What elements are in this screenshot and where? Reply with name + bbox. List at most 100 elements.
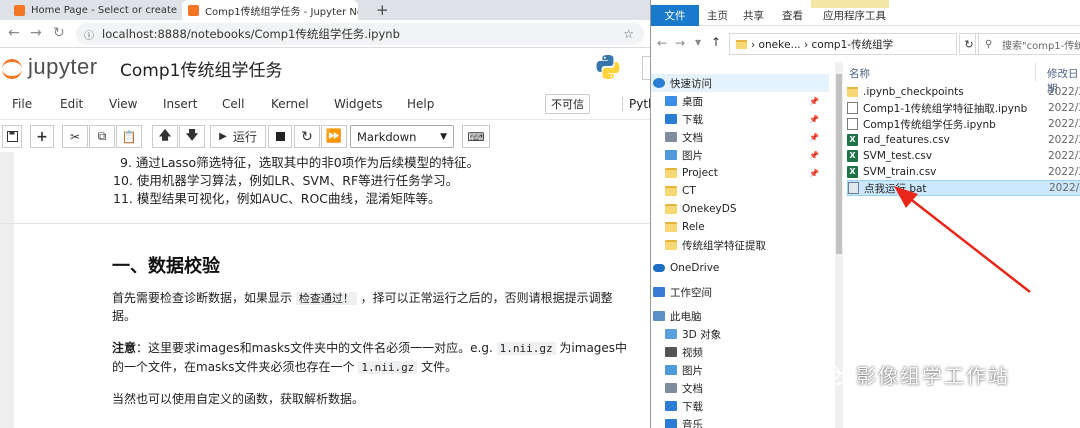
nav-item[interactable]: 下载 📌 — [651, 110, 829, 128]
nav-item[interactable]: 视频 — [651, 343, 829, 361]
menu-help[interactable]: Help — [407, 97, 434, 111]
nav-item[interactable]: Project 📌 — [651, 164, 829, 182]
nav-item[interactable]: 文档 📌 — [651, 128, 829, 146]
jupyter-logo[interactable]: jupyter — [2, 54, 98, 80]
restart-icon[interactable]: ↻ — [294, 125, 320, 148]
nav-item[interactable]: 传统组学特征提取 — [651, 236, 829, 254]
file-name: SVM_train.csv — [863, 166, 937, 178]
paragraph-note-cont: 的一个文件，在masks文件夹必须也存在一个 1.nii.gz 文件。 — [112, 358, 457, 375]
notebook-toolbar: + ✂ ⧉ 📋 🡅 🡇 ▶ 运行 ↻ ⏩ Markdown ▼ ⌨ — [0, 122, 650, 152]
pin-icon[interactable]: 📌 — [809, 133, 819, 142]
inline-code: 1.nii.gz — [496, 342, 556, 355]
file-row[interactable]: X SVM_train.csv 2022/3/ — [847, 164, 1080, 180]
back-arrow-icon[interactable]: ← — [657, 36, 667, 50]
menu-edit[interactable]: Edit — [60, 97, 83, 111]
info-icon[interactable]: ⓘ — [84, 27, 94, 42]
nav-item[interactable]: 下载 — [651, 397, 829, 415]
ribbon-tab-file[interactable]: 文件 — [651, 5, 699, 26]
nav-item[interactable]: 图片 — [651, 361, 829, 379]
menu-widgets[interactable]: Widgets — [334, 97, 383, 111]
cell-type-select[interactable]: Markdown ▼ — [350, 125, 454, 148]
trusted-indicator[interactable]: 不可信 — [545, 94, 590, 114]
search-icon: ⚲ — [985, 38, 993, 50]
paste-icon[interactable]: 📋 — [116, 125, 142, 148]
menu-insert[interactable]: Insert — [163, 97, 197, 111]
back-arrow-icon[interactable]: ← — [8, 25, 20, 41]
run-button[interactable]: ▶ 运行 — [210, 125, 266, 148]
pin-icon[interactable]: 📌 — [809, 97, 819, 106]
command-palette-keyboard-icon[interactable]: ⌨ — [462, 125, 490, 148]
contextual-tab-highlight — [811, 0, 889, 8]
insert-cell-plus-icon[interactable]: + — [30, 125, 54, 148]
tab-notebook[interactable]: Comp1传统组学任务 - Jupyter Note ✕ — [182, 0, 358, 20]
forward-arrow-icon[interactable]: → — [675, 36, 685, 50]
nav-item[interactable]: Rele — [651, 218, 829, 236]
nav-item-label: 桌面 — [682, 95, 703, 108]
pin-icon[interactable]: 📌 — [809, 151, 819, 160]
bookmark-star-icon[interactable]: ☆ — [623, 27, 634, 41]
ribbon-tab-app-tools[interactable]: 应用程序工具 — [823, 8, 886, 23]
file-row[interactable]: Xrad_features.csv 2022/3/ — [847, 132, 1080, 148]
menu-view[interactable]: View — [109, 97, 137, 111]
file-name: SVM_test.csv — [863, 150, 933, 162]
scrollbar-thumb[interactable] — [836, 74, 842, 254]
file-row[interactable]: Comp1传统组学任务.ipynb 2022/3/ — [847, 116, 1080, 132]
file-row[interactable]: X SVM_test.csv 2022/3/ — [847, 148, 1080, 164]
pin-icon[interactable]: 📌 — [809, 169, 819, 178]
nav-item[interactable]: 桌面 📌 — [651, 92, 829, 110]
chevron-down-icon[interactable]: ▼ — [695, 38, 701, 47]
menu-cell[interactable]: Cell — [222, 97, 244, 111]
nav-item[interactable]: OneDrive — [651, 259, 829, 277]
tab-home-page[interactable]: Home Page - Select or create a ✕ — [8, 0, 180, 20]
run-label: 运行 — [232, 130, 257, 144]
save-icon[interactable] — [2, 125, 22, 148]
up-arrow-icon[interactable]: ↑ — [711, 35, 721, 49]
nav-item[interactable]: 此电脑 — [651, 307, 829, 325]
menu-file[interactable]: File — [12, 97, 32, 111]
new-tab-button[interactable]: + — [370, 0, 395, 20]
nav-item-label: 快速访问 — [670, 77, 712, 90]
stop-icon[interactable] — [268, 125, 292, 148]
explorer-path-bar[interactable]: › onekе... › comp1-传统组学 — [729, 33, 957, 55]
list-item: 10. 使用机器学习算法，例如LR、SVM、RF等进行任务学习。 — [113, 173, 459, 188]
3d-objects-icon — [665, 329, 677, 339]
cut-scissors-icon[interactable]: ✂ — [62, 125, 88, 148]
reload-icon[interactable]: ↻ — [53, 25, 65, 41]
list-item: 11. 模型结果可视化，例如AUC、ROC曲线，混淆矩阵等。 — [113, 191, 441, 206]
menu-kernel[interactable]: Kernel — [271, 97, 309, 111]
wechat-icon — [820, 364, 846, 385]
move-up-arrow-icon[interactable]: 🡅 — [152, 125, 178, 148]
pin-icon[interactable]: 📌 — [809, 115, 819, 124]
notebook-title[interactable]: Comp1传统组学任务 — [120, 56, 282, 81]
column-header-name[interactable]: 名称 — [849, 66, 870, 81]
chevron-down-icon: ▼ — [440, 131, 447, 142]
nav-item[interactable]: 音乐 — [651, 415, 829, 428]
nav-item-label: OneDrive — [670, 262, 720, 274]
ribbon-tab-share[interactable]: 共享 — [743, 8, 764, 23]
move-down-arrow-icon[interactable]: 🡇 — [179, 125, 205, 148]
star-icon — [653, 78, 665, 88]
ribbon-tab-view[interactable]: 查看 — [782, 8, 803, 23]
file-row[interactable]: .ipynb_checkpoints 2022/3/ — [847, 84, 1080, 100]
folder-icon — [665, 240, 677, 250]
nav-item[interactable]: 图片 📌 — [651, 146, 829, 164]
url-input[interactable]: ⓘ localhost:8888/notebooks/Comp1传统组学任务.i… — [76, 23, 644, 45]
copy-icon[interactable]: ⧉ — [89, 125, 115, 148]
file-date: 2022/3/ — [1048, 150, 1080, 162]
ribbon-tab-home[interactable]: 主页 — [707, 8, 728, 23]
navigation-pane: 快速访问 桌面 📌 下载 📌 文档 📌 图片 📌 Project 📌 CT OnekeyDS Rele 传统… — [651, 62, 829, 428]
logout-button[interactable] — [642, 56, 650, 80]
nav-item[interactable]: OnekeyDS — [651, 200, 829, 218]
nav-item[interactable]: 快速访问 — [651, 74, 829, 92]
restart-run-all-icon[interactable]: ⏩ — [321, 125, 347, 148]
excel-file-icon: X — [847, 150, 858, 162]
explorer-search-input[interactable]: ⚲ 搜索"comp1-传统... — [975, 33, 1080, 55]
folder-icon — [665, 222, 677, 232]
file-row[interactable]: Comp1-1传统组学特征抽取.ipynb 2022/3/ — [847, 100, 1080, 116]
nav-item[interactable]: 工作空间 — [651, 283, 829, 301]
nav-item[interactable]: CT — [651, 182, 829, 200]
nav-item[interactable]: 3D 对象 — [651, 325, 829, 343]
forward-arrow-icon[interactable]: → — [30, 25, 42, 41]
watermark-text: 影像组学工作站 — [856, 364, 1010, 388]
nav-item[interactable]: 文档 — [651, 379, 829, 397]
